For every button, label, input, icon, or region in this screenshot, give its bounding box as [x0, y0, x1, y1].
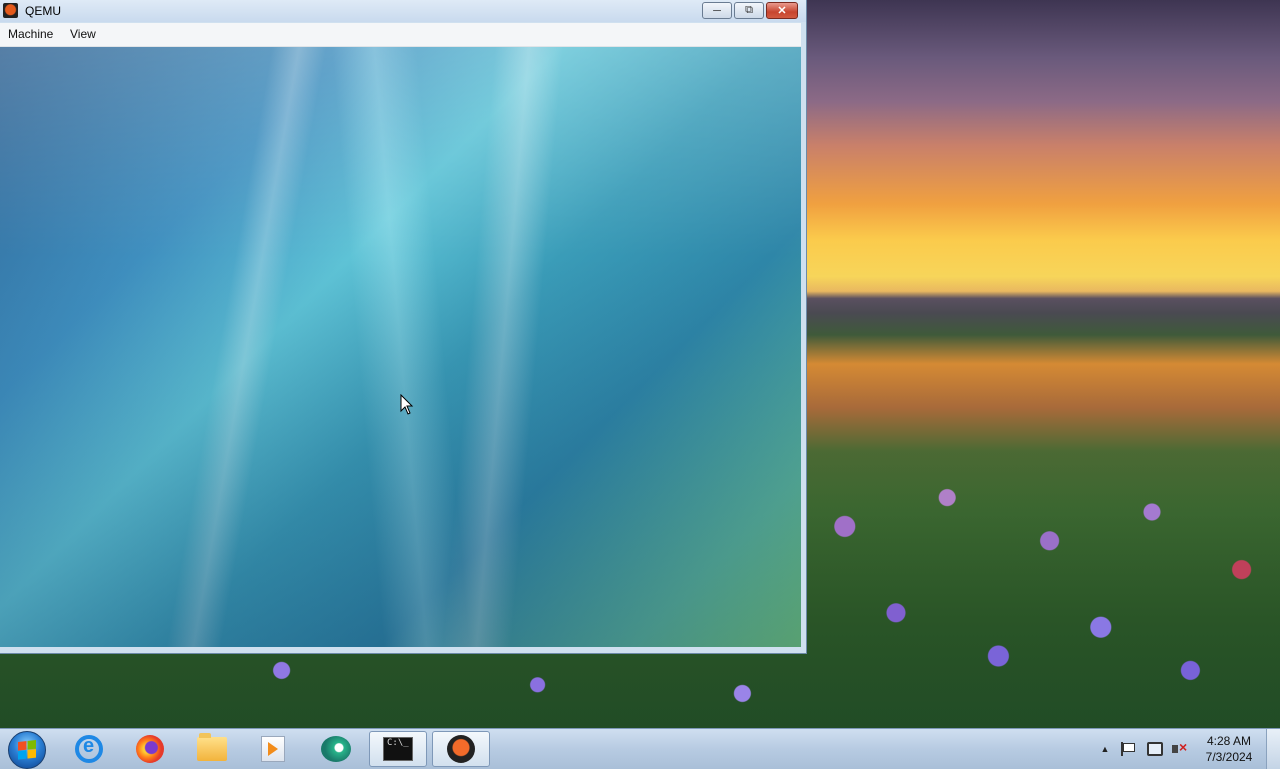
- close-button[interactable]: ✕: [766, 2, 798, 19]
- minimize-button[interactable]: ─: [702, 2, 732, 19]
- start-button[interactable]: [8, 731, 46, 769]
- system-clock[interactable]: 4:28 AM 7/3/2024: [1198, 733, 1260, 765]
- show-desktop-button[interactable]: [1266, 729, 1280, 769]
- volume-muted-icon: [1172, 739, 1188, 756]
- firefox-icon: [136, 735, 164, 763]
- window-title: QEMU: [25, 4, 61, 18]
- minimize-icon: ─: [713, 4, 721, 17]
- vm-display[interactable]: [0, 47, 801, 647]
- taskbar-firefox[interactable]: [121, 731, 179, 767]
- action-center-button[interactable]: [1118, 729, 1138, 769]
- mouse-pointer-icon: [400, 394, 414, 415]
- close-icon: ✕: [777, 5, 787, 17]
- window-titlebar[interactable]: QEMU ─ ⧉ ✕: [0, 0, 806, 22]
- taskbar-command-prompt[interactable]: C:\_: [369, 731, 427, 767]
- internet-explorer-icon: [75, 735, 103, 763]
- messenger-icon: [321, 736, 351, 762]
- folder-icon: [197, 733, 227, 761]
- network-button[interactable]: [1143, 729, 1167, 769]
- qemu-icon: [447, 735, 475, 763]
- command-prompt-icon: C:\_: [383, 737, 413, 761]
- taskbar-internet-explorer[interactable]: [60, 731, 118, 767]
- taskbar-file-explorer[interactable]: [183, 731, 241, 767]
- taskbar: C:\_ ▲ 4:28 AM 7/3/2024: [0, 728, 1280, 769]
- windows-logo-icon: [18, 740, 36, 760]
- taskbar-media-player[interactable]: [244, 731, 302, 767]
- taskbar-messenger[interactable]: [307, 731, 365, 767]
- clock-date: 7/3/2024: [1205, 750, 1253, 764]
- clock-time: 4:28 AM: [1206, 734, 1252, 748]
- qemu-app-icon: [3, 3, 18, 18]
- chevron-up-icon: ▲: [1100, 744, 1110, 754]
- volume-button[interactable]: [1168, 729, 1192, 769]
- flag-icon: [1121, 742, 1135, 756]
- menu-bar: Machine View: [0, 23, 801, 47]
- taskbar-qemu[interactable]: [432, 731, 490, 767]
- restore-icon: ⧉: [745, 4, 753, 16]
- menu-view[interactable]: View: [70, 27, 96, 41]
- show-hidden-icons-button[interactable]: ▲: [1098, 729, 1112, 769]
- qemu-window: QEMU ─ ⧉ ✕ Machine View: [0, 0, 807, 654]
- network-icon: [1147, 742, 1163, 756]
- restore-button[interactable]: ⧉: [734, 2, 764, 19]
- menu-machine[interactable]: Machine: [8, 27, 53, 41]
- media-player-icon: [261, 736, 285, 762]
